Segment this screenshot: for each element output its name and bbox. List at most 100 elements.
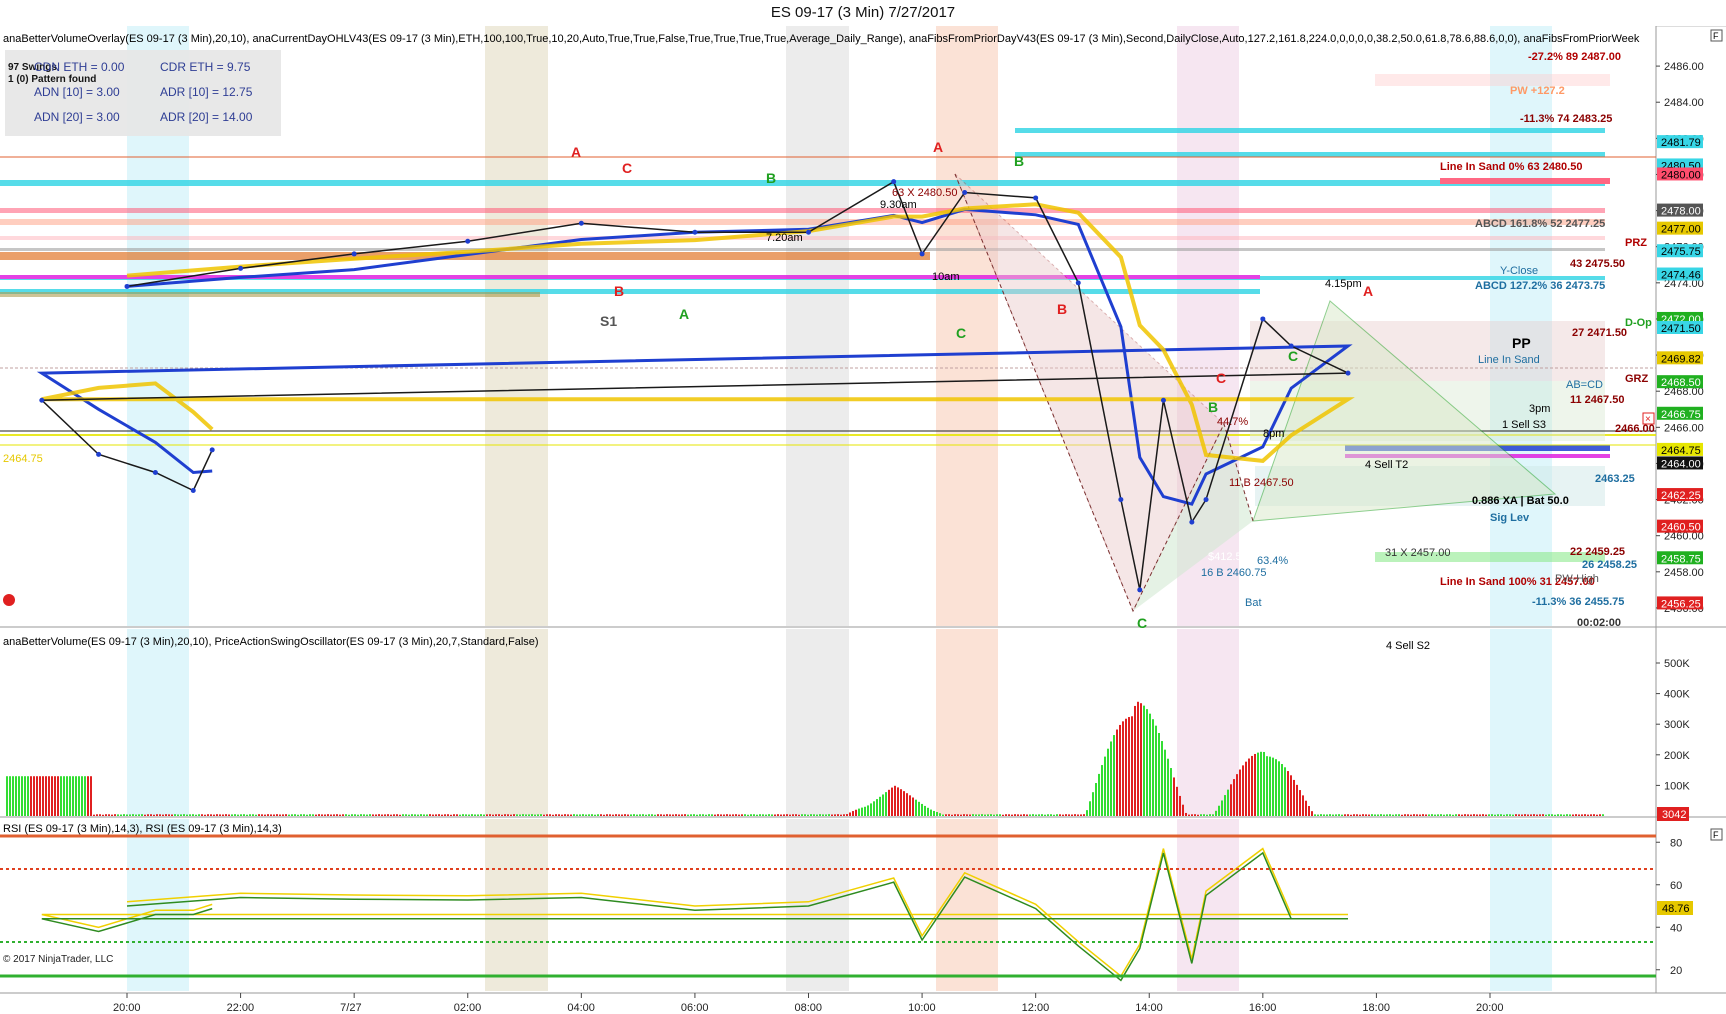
price-point: [1118, 497, 1124, 503]
volume-bar: [873, 801, 875, 816]
volume-bar: [1050, 814, 1052, 816]
annotation-label: 63 X 2480.50: [892, 187, 957, 199]
volume-bar: [1350, 814, 1352, 816]
volume-bar: [1533, 814, 1535, 816]
volume-bar: [1242, 765, 1244, 816]
volume-bar: [495, 814, 497, 816]
volume-bar: [1371, 814, 1373, 816]
volume-bar: [444, 814, 446, 816]
volume-bar: [1080, 814, 1082, 816]
volume-bar: [876, 799, 878, 816]
panel-settings-icon[interactable]: F: [1710, 828, 1723, 841]
close-order-icon[interactable]: ×: [1642, 412, 1655, 425]
volume-bar: [1554, 814, 1556, 816]
volume-bar: [1494, 814, 1496, 816]
volume-bar: [717, 814, 719, 816]
volume-bar: [1458, 814, 1460, 816]
volume-bar: [1323, 814, 1325, 816]
volume-bar: [1539, 814, 1541, 816]
chart-canvas[interactable]: anaBetterVolumeOverlay(ES 09-17 (3 Min),…: [0, 26, 1726, 1014]
volume-bar: [1359, 814, 1361, 816]
volume-bar: [63, 776, 65, 816]
price-point: [152, 469, 158, 475]
volume-bar: [282, 814, 284, 816]
volume-bar: [1515, 814, 1517, 816]
volume-bar: [1389, 814, 1391, 816]
volume-bar: [405, 814, 407, 816]
annotation-label: 4 Sell S2: [1386, 640, 1430, 652]
volume-bar: [1524, 814, 1526, 816]
volume-bar: [1029, 814, 1031, 816]
annotation-label: 1 Sell S3: [1502, 419, 1546, 431]
volume-bar: [522, 814, 524, 816]
volume-bar: [42, 776, 44, 816]
price-tick-label: 2486.00: [1664, 61, 1704, 73]
price-point: [578, 220, 584, 226]
volume-bar: [1464, 814, 1466, 816]
svg-text:3042: 3042: [1662, 809, 1686, 821]
volume-bar: [492, 814, 494, 816]
volume-bar: [654, 814, 656, 816]
time-tick-label: 04:00: [567, 1002, 595, 1014]
volume-bar: [1578, 814, 1580, 816]
volume-bar: [237, 814, 239, 816]
volume-bar: [1314, 814, 1316, 816]
volume-bar: [615, 814, 617, 816]
volume-bar: [678, 814, 680, 816]
volume-bar: [1107, 748, 1109, 816]
panel-settings-icon[interactable]: F: [1710, 29, 1723, 42]
annotation-label: C: [1137, 615, 1147, 631]
volume-bar: [276, 814, 278, 816]
volume-bar: [852, 811, 854, 816]
volume-bar: [501, 814, 503, 816]
alert-icon[interactable]: [3, 594, 15, 606]
volume-bar: [963, 814, 965, 816]
volume-bar: [966, 814, 968, 816]
volume-bar: [339, 814, 341, 816]
volume-bar: [366, 814, 368, 816]
volume-bar: [1437, 814, 1439, 816]
volume-bar: [1386, 814, 1388, 816]
volume-bar: [708, 814, 710, 816]
volume-bar: [474, 814, 476, 816]
volume-bar: [903, 791, 905, 816]
volume-bar: [1023, 814, 1025, 816]
volume-bar: [462, 814, 464, 816]
volume-bar: [999, 814, 1001, 816]
volume-bar: [90, 776, 92, 816]
volume-bar: [819, 814, 821, 816]
volume-bar: [651, 814, 653, 816]
volume-bar: [18, 776, 20, 816]
price-tag-label: 2462.25: [1661, 490, 1701, 502]
annotation-label: B: [766, 170, 776, 186]
volume-bar: [660, 814, 662, 816]
volume-bar: [1536, 814, 1538, 816]
volume-bar: [129, 814, 131, 816]
price-tag-label: 2464.75: [1661, 445, 1701, 457]
volume-bar: [417, 814, 419, 816]
volume-bar: [1488, 814, 1490, 816]
volume-bar: [1446, 814, 1448, 816]
volume-bar: [1425, 814, 1427, 816]
volume-bar: [1293, 779, 1295, 816]
volume-bar: [1032, 814, 1034, 816]
volume-bar: [1227, 789, 1229, 816]
volume-bar: [1362, 814, 1364, 816]
volume-bar: [1008, 814, 1010, 816]
volume-bar: [1077, 814, 1079, 816]
volume-bar: [738, 814, 740, 816]
price-tag-label: 2469.82: [1661, 353, 1701, 365]
volume-bar: [291, 814, 293, 816]
price-point: [96, 451, 102, 457]
volume-bar: [6, 776, 8, 816]
volume-bar: [627, 814, 629, 816]
volume-bar: [1434, 814, 1436, 816]
volume-bar: [1374, 814, 1376, 816]
volume-bar: [564, 814, 566, 816]
volume-bar: [714, 814, 716, 816]
price-tick-label: 2484.00: [1664, 97, 1704, 109]
volume-bar: [60, 776, 62, 816]
price-tag-label: 2471.50: [1661, 323, 1701, 335]
volume-bar: [951, 814, 953, 816]
volume-bar: [843, 814, 845, 816]
